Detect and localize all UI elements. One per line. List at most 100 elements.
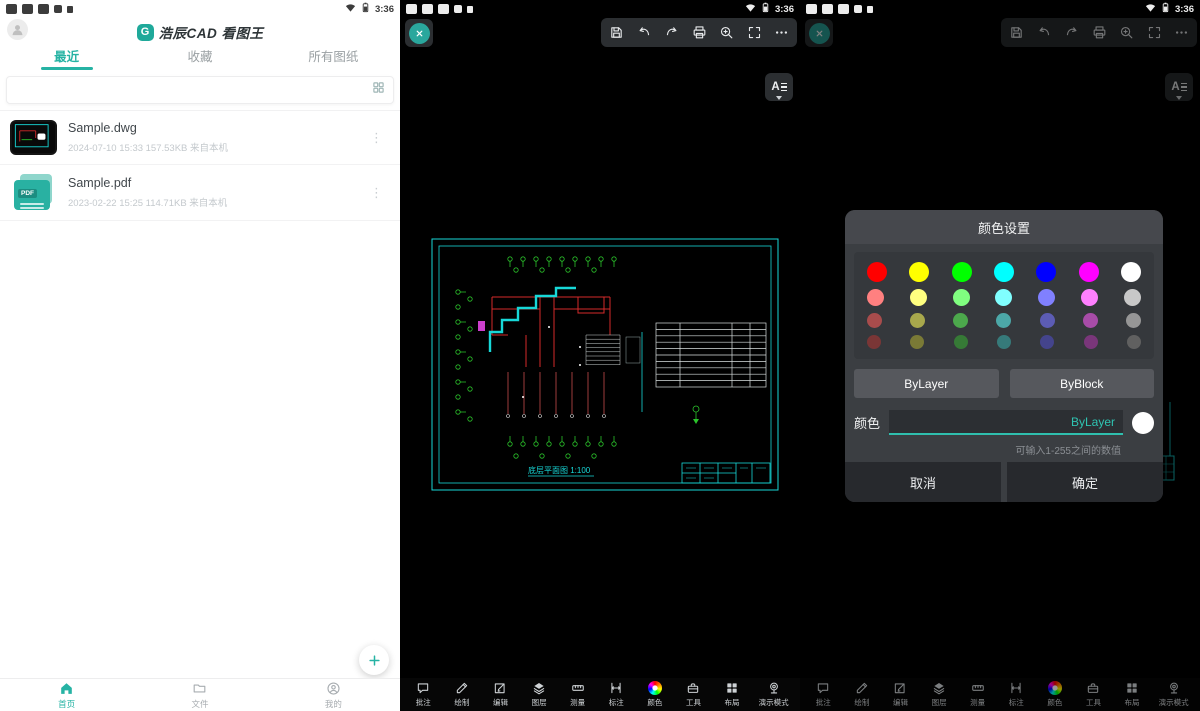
- tool-pencil-button[interactable]: 绘制: [450, 681, 474, 708]
- cad-drawing-canvas[interactable]: 底层平面图 1:100: [430, 237, 780, 492]
- print-button[interactable]: [687, 21, 711, 45]
- tool-webcam-button[interactable]: 演示模式: [759, 681, 789, 708]
- color-swatch-grid: [854, 252, 1154, 359]
- color-swatch[interactable]: [1124, 289, 1141, 306]
- color-swatch[interactable]: [953, 289, 970, 306]
- color-swatch[interactable]: [1127, 335, 1141, 349]
- color-swatch[interactable]: [1083, 313, 1098, 328]
- tool-grid-button[interactable]: 布局: [1120, 681, 1144, 708]
- color-swatch[interactable]: [1038, 289, 1055, 306]
- avatar[interactable]: [7, 19, 28, 40]
- color-swatch[interactable]: [1126, 313, 1141, 328]
- tool-edit-button[interactable]: 编辑: [488, 681, 512, 708]
- color-swatch[interactable]: [867, 335, 881, 349]
- color-swatch[interactable]: [867, 262, 887, 282]
- color-swatch[interactable]: [1036, 262, 1056, 282]
- comment-icon: [816, 681, 830, 695]
- close-drawing-button[interactable]: [805, 19, 833, 47]
- tool-grid-button[interactable]: 布局: [720, 681, 744, 708]
- byblock-button[interactable]: ByBlock: [1010, 369, 1155, 398]
- color-swatch[interactable]: [994, 262, 1014, 282]
- grid-icon: [1125, 681, 1139, 695]
- tool-comment-button[interactable]: 批注: [811, 681, 835, 708]
- nav-item-mine[interactable]: 我的: [267, 679, 400, 711]
- print-button[interactable]: [1087, 21, 1111, 45]
- nav-item-home[interactable]: 首页: [0, 679, 133, 711]
- file-menu-button[interactable]: ⋮: [363, 183, 390, 203]
- tool-layers-button[interactable]: 图层: [927, 681, 951, 708]
- add-file-button[interactable]: [359, 645, 389, 675]
- color-value-input[interactable]: ByLayer: [889, 410, 1123, 435]
- cancel-button[interactable]: 取消: [845, 462, 1001, 502]
- tool-edit-button[interactable]: 编辑: [888, 681, 912, 708]
- color-swatch[interactable]: [997, 335, 1011, 349]
- color-swatch[interactable]: [909, 262, 929, 282]
- color-swatch[interactable]: [1040, 335, 1054, 349]
- grid-view-icon[interactable]: [372, 81, 385, 99]
- tool-palette-button[interactable]: 颜色: [1043, 681, 1067, 708]
- file-menu-button[interactable]: ⋮: [363, 128, 390, 148]
- undo-button[interactable]: [632, 21, 656, 45]
- file-item-pdf[interactable]: PDF Sample.pdf 2023-02-22 15:25 114.71KB…: [0, 165, 400, 221]
- edit-icon: [893, 681, 907, 695]
- tool-webcam-button[interactable]: 演示模式: [1159, 681, 1189, 708]
- fit-screen-button[interactable]: [742, 21, 766, 45]
- nav-item-files[interactable]: 文件: [133, 679, 266, 711]
- tool-pencil-button[interactable]: 绘制: [850, 681, 874, 708]
- text-style-button[interactable]: A: [765, 73, 793, 101]
- tool-toolbox-button[interactable]: 工具: [681, 681, 705, 708]
- undo-button[interactable]: [1032, 21, 1056, 45]
- tool-dimension-button[interactable]: 标注: [1004, 681, 1028, 708]
- tool-label: 布局: [1125, 697, 1140, 708]
- zoom-in-button[interactable]: [715, 21, 739, 45]
- color-swatch[interactable]: [1040, 313, 1055, 328]
- tool-palette-button[interactable]: 颜色: [643, 681, 667, 708]
- file-meta: 2024-07-10 15:33 157.53KB 来自本机: [68, 140, 228, 154]
- color-swatch[interactable]: [910, 335, 924, 349]
- notification-icon: [838, 4, 849, 14]
- save-button[interactable]: [605, 21, 629, 45]
- color-swatch[interactable]: [867, 289, 884, 306]
- color-swatch[interactable]: [953, 313, 968, 328]
- tool-label: 批注: [816, 697, 831, 708]
- ok-button[interactable]: 确定: [1007, 462, 1163, 502]
- more-button[interactable]: [770, 21, 794, 45]
- fit-screen-icon: [747, 25, 762, 40]
- color-swatch[interactable]: [954, 335, 968, 349]
- color-swatch[interactable]: [1081, 289, 1098, 306]
- tool-measure-button[interactable]: 测量: [566, 681, 590, 708]
- current-color-swatch[interactable]: [1132, 412, 1154, 434]
- tab-all-drawings[interactable]: 所有图纸: [267, 46, 400, 70]
- text-style-button[interactable]: A: [1165, 73, 1193, 101]
- color-swatch[interactable]: [952, 262, 972, 282]
- fit-screen-button[interactable]: [1142, 21, 1166, 45]
- file-item-dwg[interactable]: Sample.dwg 2024-07-10 15:33 157.53KB 来自本…: [0, 111, 400, 165]
- tool-toolbox-button[interactable]: 工具: [1081, 681, 1105, 708]
- save-button[interactable]: [1005, 21, 1029, 45]
- tool-comment-button[interactable]: 批注: [411, 681, 435, 708]
- dialog-title: 颜色设置: [845, 210, 1163, 244]
- color-swatch[interactable]: [1084, 335, 1098, 349]
- tab-recent[interactable]: 最近: [0, 46, 133, 70]
- color-swatch[interactable]: [1079, 262, 1099, 282]
- redo-button[interactable]: [1060, 21, 1084, 45]
- search-bar[interactable]: [6, 76, 394, 104]
- color-swatch[interactable]: [910, 289, 927, 306]
- color-swatch[interactable]: [1121, 262, 1141, 282]
- color-swatch[interactable]: [995, 289, 1012, 306]
- close-drawing-button[interactable]: [405, 19, 433, 47]
- color-swatch[interactable]: [996, 313, 1011, 328]
- color-swatch[interactable]: [910, 313, 925, 328]
- tool-layers-button[interactable]: 图层: [527, 681, 551, 708]
- tool-dimension-button[interactable]: 标注: [604, 681, 628, 708]
- color-swatch[interactable]: [867, 313, 882, 328]
- zoom-in-button[interactable]: [1115, 21, 1139, 45]
- redo-button[interactable]: [660, 21, 684, 45]
- bylayer-button[interactable]: ByLayer: [854, 369, 999, 398]
- more-button[interactable]: [1170, 21, 1194, 45]
- tool-measure-button[interactable]: 测量: [966, 681, 990, 708]
- more-icon: [774, 25, 789, 40]
- tab-favorites[interactable]: 收藏: [133, 46, 266, 70]
- tool-label: 演示模式: [759, 697, 789, 708]
- nav-label: 我的: [325, 698, 342, 710]
